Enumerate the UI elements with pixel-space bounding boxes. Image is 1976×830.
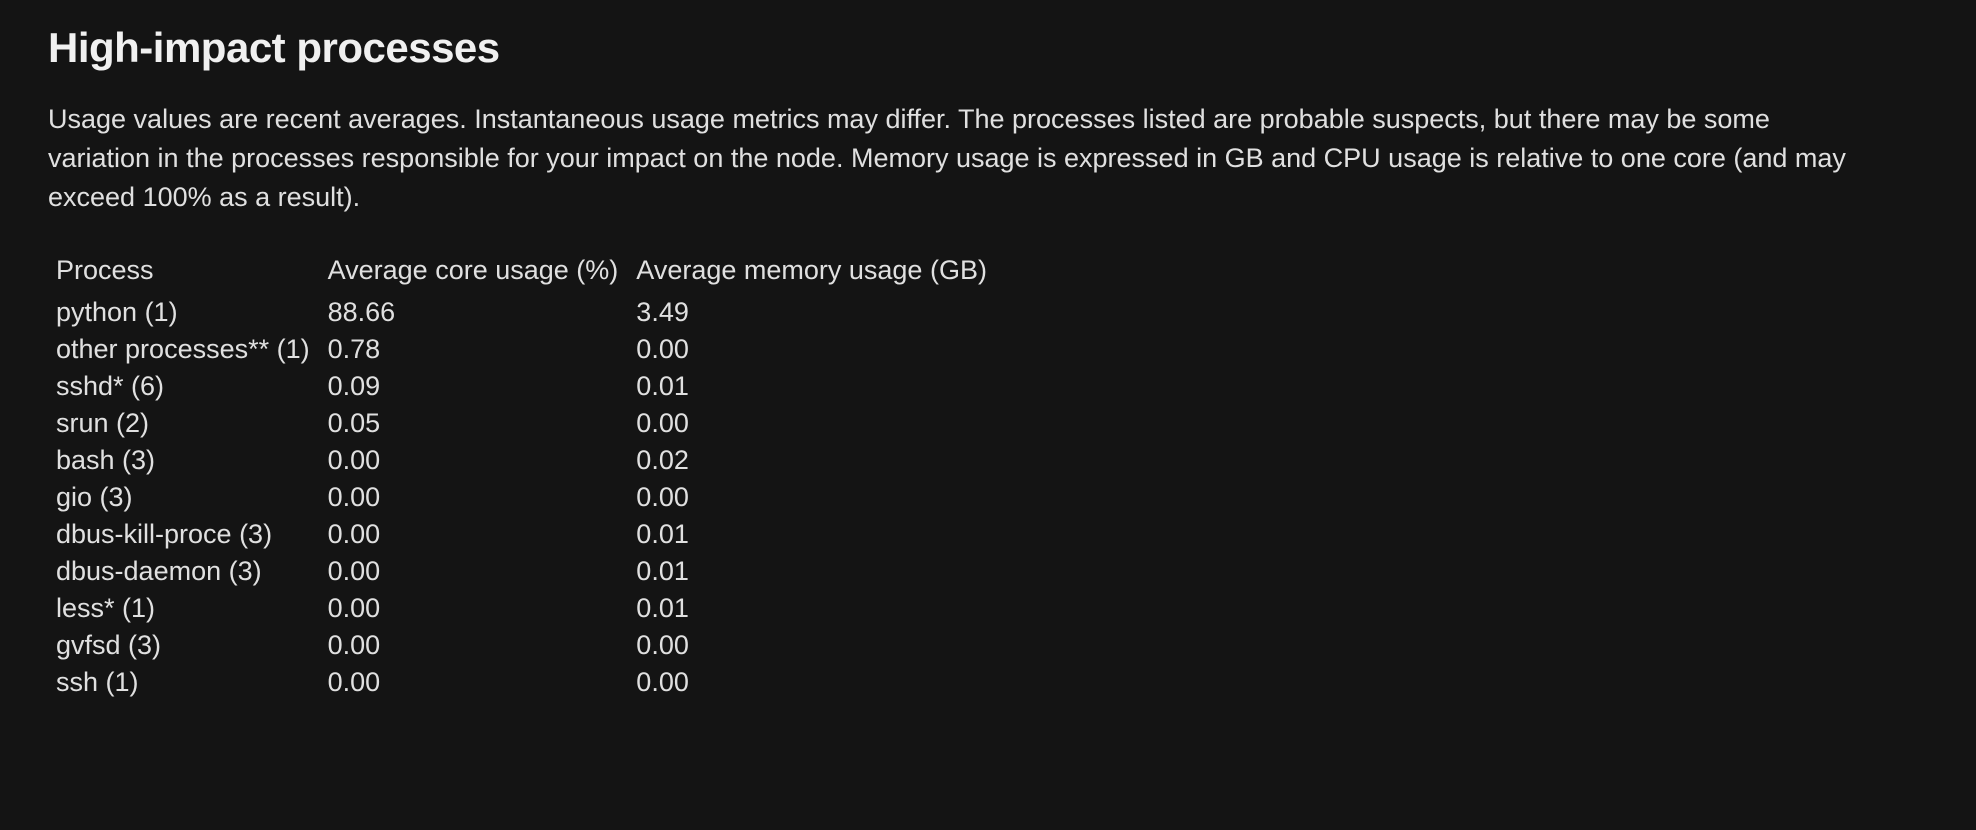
table-row: gvfsd (3)0.000.00 — [48, 627, 997, 664]
cell-memory: 0.00 — [628, 627, 997, 664]
table-row: dbus-daemon (3)0.000.01 — [48, 553, 997, 590]
table-row: dbus-kill-proce (3)0.000.01 — [48, 516, 997, 553]
cell-memory: 0.01 — [628, 553, 997, 590]
cell-process: bash (3) — [48, 442, 320, 479]
cell-cpu: 0.00 — [320, 664, 629, 701]
section-title: High-impact processes — [48, 24, 1928, 72]
table-row: python (1)88.663.49 — [48, 294, 997, 331]
cell-process: dbus-daemon (3) — [48, 553, 320, 590]
cell-process: ssh (1) — [48, 664, 320, 701]
table-row: ssh (1)0.000.00 — [48, 664, 997, 701]
cell-memory: 0.00 — [628, 405, 997, 442]
cell-cpu: 0.00 — [320, 590, 629, 627]
table-row: other processes** (1)0.780.00 — [48, 331, 997, 368]
table-row: less* (1)0.000.01 — [48, 590, 997, 627]
cell-cpu: 0.09 — [320, 368, 629, 405]
cell-process: srun (2) — [48, 405, 320, 442]
cell-memory: 0.01 — [628, 590, 997, 627]
col-header-process: Process — [48, 251, 320, 294]
cell-memory: 0.00 — [628, 479, 997, 516]
cell-process: python (1) — [48, 294, 320, 331]
col-header-cpu: Average core usage (%) — [320, 251, 629, 294]
cell-memory: 0.00 — [628, 331, 997, 368]
cell-process: dbus-kill-proce (3) — [48, 516, 320, 553]
cell-process: sshd* (6) — [48, 368, 320, 405]
cell-cpu: 0.78 — [320, 331, 629, 368]
table-row: bash (3)0.000.02 — [48, 442, 997, 479]
cell-cpu: 0.00 — [320, 553, 629, 590]
section-description: Usage values are recent averages. Instan… — [48, 100, 1868, 217]
cell-cpu: 0.00 — [320, 442, 629, 479]
cell-cpu: 0.00 — [320, 627, 629, 664]
cell-process: gio (3) — [48, 479, 320, 516]
cell-memory: 3.49 — [628, 294, 997, 331]
cell-cpu: 0.00 — [320, 479, 629, 516]
cell-cpu: 0.00 — [320, 516, 629, 553]
process-table: Process Average core usage (%) Average m… — [48, 251, 997, 701]
col-header-memory: Average memory usage (GB) — [628, 251, 997, 294]
table-row: gio (3)0.000.00 — [48, 479, 997, 516]
cell-process: other processes** (1) — [48, 331, 320, 368]
process-table-body: python (1)88.663.49other processes** (1)… — [48, 294, 997, 701]
cell-memory: 0.01 — [628, 516, 997, 553]
cell-memory: 0.00 — [628, 664, 997, 701]
cell-memory: 0.02 — [628, 442, 997, 479]
cell-memory: 0.01 — [628, 368, 997, 405]
cell-process: gvfsd (3) — [48, 627, 320, 664]
table-row: sshd* (6)0.090.01 — [48, 368, 997, 405]
cell-cpu: 0.05 — [320, 405, 629, 442]
table-row: srun (2)0.050.00 — [48, 405, 997, 442]
cell-cpu: 88.66 — [320, 294, 629, 331]
table-header-row: Process Average core usage (%) Average m… — [48, 251, 997, 294]
cell-process: less* (1) — [48, 590, 320, 627]
